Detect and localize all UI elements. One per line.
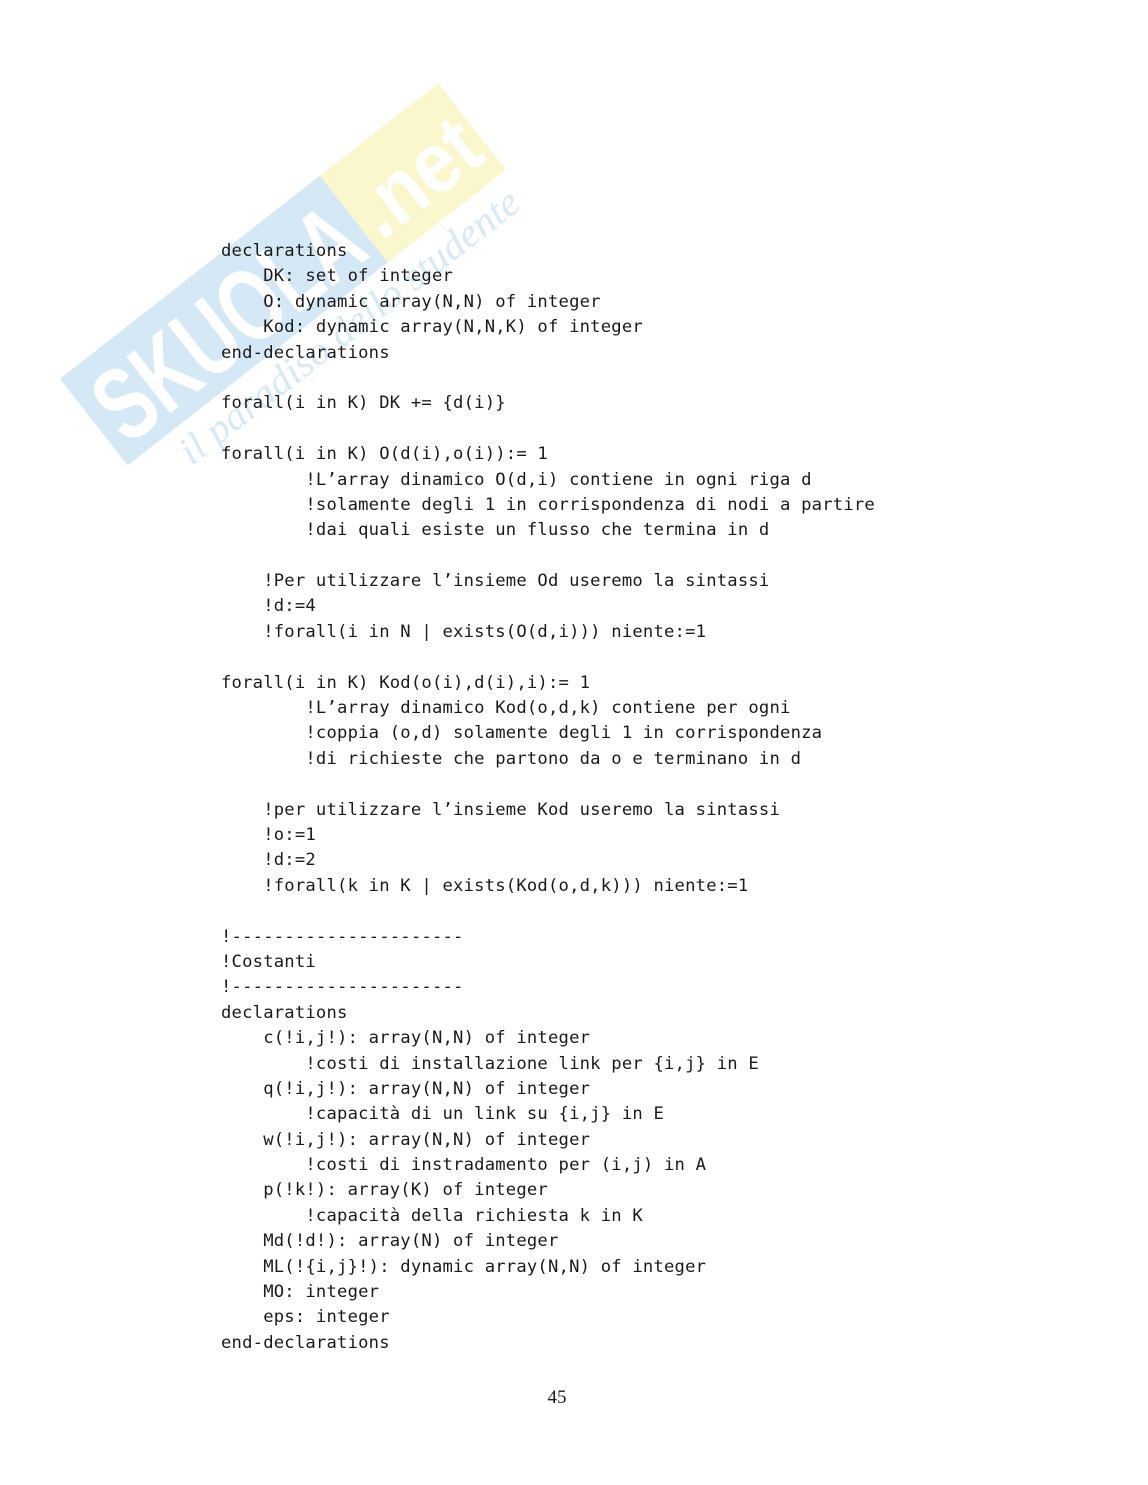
code-comment-line: !Per utilizzare l’insieme Od useremo la … xyxy=(221,571,770,592)
code-line: eps: integer xyxy=(221,1307,390,1328)
code-line: p(!k!): array(K) of integer xyxy=(221,1180,548,1201)
code-line: ML(!{i,j}!): dynamic array(N,N) of integ… xyxy=(221,1256,707,1277)
code-line: DK: set of integer xyxy=(221,266,454,287)
watermark-yellow-band xyxy=(319,83,506,263)
page-number: 45 xyxy=(547,1387,567,1408)
code-comment-line: !costi di installazione link per {i,j} i… xyxy=(221,1053,759,1074)
code-comment-line: !L’array dinamico O(d,i) contiene in ogn… xyxy=(221,469,812,490)
code-line: c(!i,j!): array(N,N) of integer xyxy=(221,1028,591,1049)
code-line: w(!i,j!): array(N,N) of integer xyxy=(221,1129,591,1150)
code-line: forall(i in K) O(d(i),o(i)):= 1 xyxy=(221,444,548,465)
code-line: end-declarations xyxy=(221,342,390,363)
code-line: MO: integer xyxy=(221,1282,380,1303)
code-comment-line: !coppia (o,d) solamente degli 1 in corri… xyxy=(221,723,823,744)
code-line: Kod: dynamic array(N,N,K) of integer xyxy=(221,317,643,338)
code-comment-line: !---------------------- xyxy=(221,977,464,998)
code-comment-line: !per utilizzare l’insieme Kod useremo la… xyxy=(221,799,781,820)
code-comment-line: !di richieste che partono da o e termina… xyxy=(221,748,802,769)
code-comment-line: !dai quali esiste un flusso che termina … xyxy=(221,520,770,541)
code-comment-line: !L’array dinamico Kod(o,d,k) contiene pe… xyxy=(221,698,791,719)
code-line: forall(i in K) DK += {d(i)} xyxy=(221,393,506,414)
code-line: Md(!d!): array(N) of integer xyxy=(221,1231,559,1252)
code-line: end-declarations xyxy=(221,1332,390,1353)
code-comment-line: !solamente degli 1 in corrispondenza di … xyxy=(221,494,875,515)
code-comment-line: !---------------------- xyxy=(221,926,464,947)
code-line: declarations xyxy=(221,1002,348,1023)
code-comment-line: !capacità della richiesta k in K xyxy=(221,1205,643,1226)
code-comment-line: !d:=4 xyxy=(221,596,316,617)
code-line: declarations xyxy=(221,241,348,261)
code-comment-line: !d:=2 xyxy=(221,850,316,871)
code-comment-line: !o:=1 xyxy=(221,824,316,845)
code-line: O: dynamic array(N,N) of integer xyxy=(221,291,601,312)
code-comment-line: !costi di instradamento per (i,j) in A xyxy=(221,1155,707,1176)
code-comment-line: !forall(i in N | exists(O(d,i))) niente:… xyxy=(221,621,707,642)
code-listing: declarations DK: set of integer O: dynam… xyxy=(221,239,875,1356)
code-comment-line: !capacità di un link su {i,j} in E xyxy=(221,1104,665,1125)
code-line: forall(i in K) Kod(o(i),d(i),i):= 1 xyxy=(221,672,591,693)
watermark-brand-suffix: .net xyxy=(334,98,499,257)
code-comment-line: !Costanti xyxy=(221,951,316,972)
code-line: q(!i,j!): array(N,N) of integer xyxy=(221,1078,591,1099)
code-comment-line: !forall(k in K | exists(Kod(o,d,k))) nie… xyxy=(221,875,749,896)
